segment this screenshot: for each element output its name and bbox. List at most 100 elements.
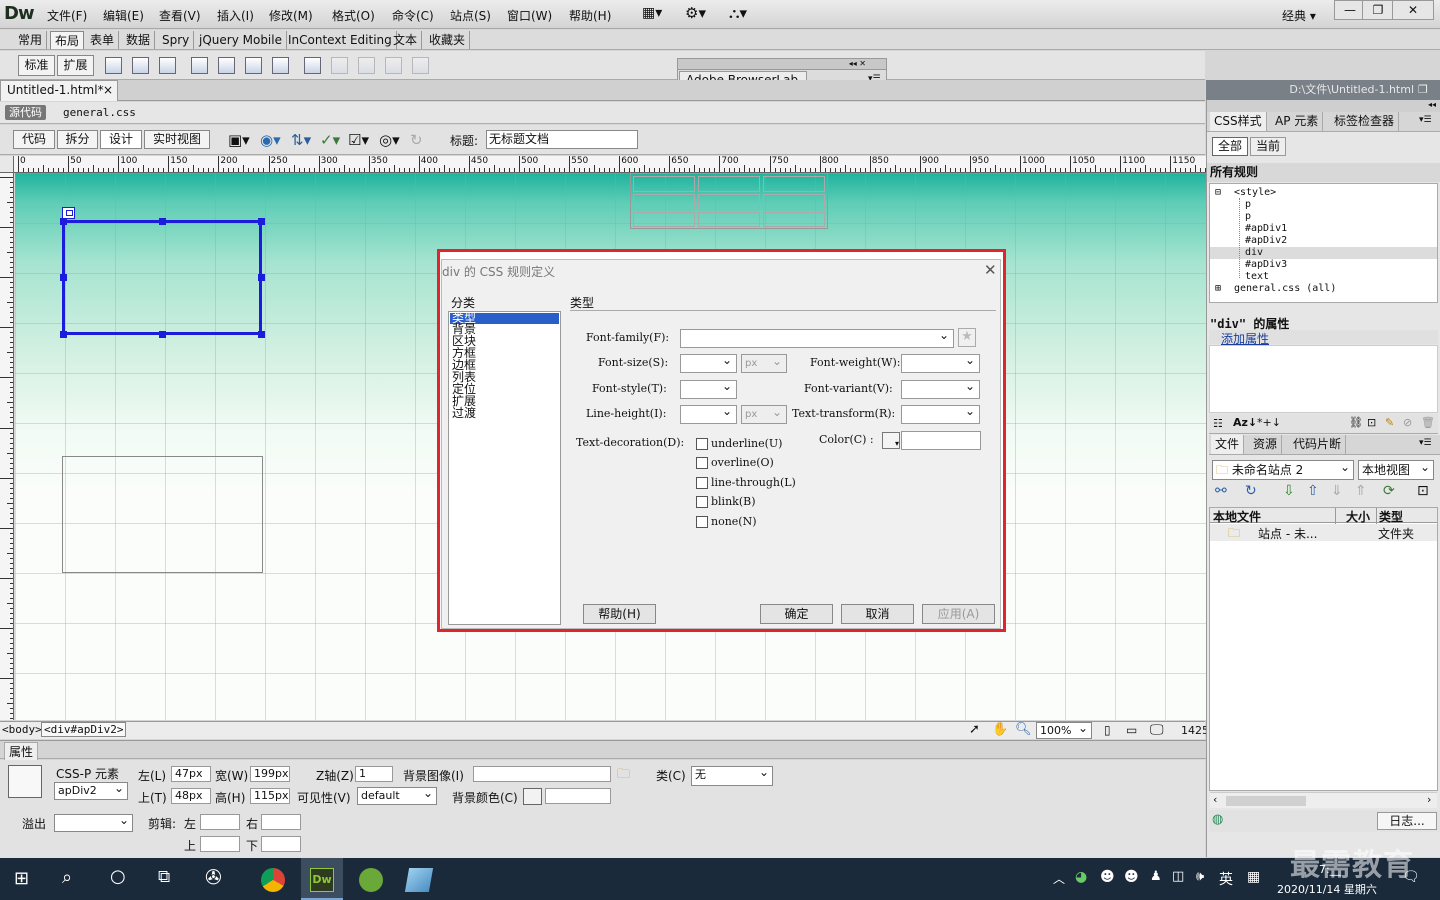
close-tab-icon[interactable]: × bbox=[103, 81, 113, 100]
desktop-size-icon[interactable]: 🖵︎ bbox=[1150, 722, 1164, 738]
ruler-origin[interactable] bbox=[0, 156, 14, 173]
volume-icon[interactable]: 🕪︎ bbox=[1196, 869, 1204, 884]
overflow-select[interactable] bbox=[54, 812, 133, 832]
windows-start-icon[interactable]: ⊞ bbox=[14, 868, 29, 889]
scroll-thumb[interactable] bbox=[1226, 796, 1306, 806]
insert-div-icon[interactable] bbox=[105, 57, 122, 74]
rule-apdiv2[interactable]: #apDiv2 bbox=[1245, 235, 1287, 246]
edit-font-list-icon[interactable]: ★ bbox=[958, 328, 976, 347]
hand-tool-icon[interactable]: ✋ bbox=[992, 722, 1008, 737]
ime-indicator[interactable]: 英 bbox=[1219, 869, 1233, 889]
spry-accordion-icon[interactable] bbox=[245, 57, 262, 74]
table-cell[interactable] bbox=[633, 194, 695, 210]
tab-incontext-editing[interactable]: InContext Editing bbox=[284, 31, 397, 49]
rule-apdiv3[interactable]: #apDiv3 bbox=[1245, 259, 1287, 270]
rule-p[interactable]: p bbox=[1245, 211, 1251, 222]
split-view-button[interactable]: 拆分 bbox=[57, 130, 98, 149]
font-style-select[interactable] bbox=[680, 379, 737, 399]
tag-div-apdiv2[interactable]: <div#apDiv2> bbox=[41, 722, 127, 737]
zoom-select[interactable]: 100% bbox=[1036, 720, 1092, 739]
task-view-icon[interactable]: ⧉ bbox=[158, 867, 170, 887]
spry-menu-icon[interactable] bbox=[191, 57, 208, 74]
rule-general-css[interactable]: general.css (all) bbox=[1234, 283, 1336, 294]
window-width-readout[interactable]: 1425 bbox=[1181, 724, 1209, 737]
code-view-button[interactable]: 代码 bbox=[13, 130, 55, 149]
check-out-icon[interactable]: ⇓ bbox=[1331, 483, 1343, 499]
col-local-files[interactable]: 本地文件 bbox=[1213, 508, 1261, 525]
edit-rule-icon[interactable]: ✎ bbox=[1385, 416, 1394, 429]
font-size-select[interactable] bbox=[680, 353, 737, 373]
table-cell[interactable] bbox=[698, 194, 760, 210]
panel-menu-icon[interactable]: ▾☰ bbox=[1419, 438, 1432, 448]
apply-button[interactable]: 应用(A) bbox=[922, 604, 995, 624]
line-through-checkbox[interactable] bbox=[696, 477, 708, 489]
tab-text[interactable]: 文本 bbox=[389, 31, 423, 49]
tray-expand-icon[interactable]: ︿ bbox=[1053, 870, 1065, 887]
insert-fluid-icon[interactable] bbox=[132, 57, 149, 74]
search-icon[interactable]: ⌕ bbox=[62, 867, 72, 888]
restore-doc-icon[interactable]: ❐ bbox=[1418, 83, 1428, 96]
refresh-files-icon[interactable]: ↻ bbox=[1245, 483, 1257, 499]
put-files-icon[interactable]: ⇧ bbox=[1307, 483, 1319, 499]
attach-stylesheet-icon[interactable]: ⛓ bbox=[1349, 416, 1363, 429]
visual-aids-icon[interactable]: ◎▾ bbox=[379, 131, 400, 149]
tablet-size-icon[interactable]: ▭ bbox=[1126, 723, 1137, 737]
col-type[interactable]: 类型 bbox=[1376, 508, 1403, 525]
get-files-icon[interactable]: ⇩ bbox=[1283, 483, 1295, 499]
tab-favorites[interactable]: 收藏夹 bbox=[425, 31, 471, 49]
resize-handle[interactable] bbox=[159, 331, 166, 338]
close-window-button[interactable]: ✕ bbox=[1392, 0, 1434, 20]
cortana-icon[interactable]: ○ bbox=[110, 866, 126, 887]
table-cell[interactable] bbox=[698, 176, 760, 192]
table-element[interactable] bbox=[630, 173, 828, 229]
dreamweaver-taskbar-icon[interactable]: Dw bbox=[310, 868, 334, 892]
wechat-icon[interactable]: ◕ bbox=[1075, 869, 1087, 885]
table-cell[interactable] bbox=[633, 176, 695, 192]
css-all-button[interactable]: 全部 bbox=[1212, 137, 1248, 156]
ap-div-2-selected[interactable] bbox=[60, 218, 265, 338]
color-picker-swatch[interactable]: ▾ bbox=[882, 432, 900, 449]
site-map-icon[interactable]: ⛬▾ bbox=[729, 4, 747, 22]
table-cell[interactable] bbox=[698, 212, 760, 227]
menu-edit[interactable]: 编辑(E) bbox=[103, 7, 144, 24]
resize-handle[interactable] bbox=[60, 331, 67, 338]
dialog-close-icon[interactable]: ✕ bbox=[984, 261, 997, 279]
rule-text[interactable]: text bbox=[1245, 271, 1269, 282]
qq-icon-2[interactable]: ☻ bbox=[1124, 869, 1139, 885]
ap-div-3[interactable] bbox=[62, 456, 263, 573]
pointer-tool-icon[interactable]: ➚ bbox=[969, 722, 980, 737]
expand-icon[interactable]: ⊞ bbox=[1215, 283, 1221, 294]
help-button[interactable]: 帮助(H) bbox=[583, 604, 656, 624]
doc-tab-untitled[interactable]: Untitled-1.html* × bbox=[0, 80, 118, 101]
connect-icon[interactable]: ⚯ bbox=[1215, 483, 1227, 499]
zoom-tool-icon[interactable]: 🔍︎ bbox=[1015, 722, 1032, 737]
site-select[interactable]: 🗀 未命名站点 2 bbox=[1212, 458, 1354, 480]
menu-commands[interactable]: 命令(C) bbox=[392, 7, 434, 24]
rule-apdiv1[interactable]: #apDiv1 bbox=[1245, 223, 1287, 234]
browse-folder-icon[interactable]: 🗀 bbox=[617, 765, 630, 787]
resize-handle[interactable] bbox=[159, 218, 166, 225]
text-transform-select[interactable] bbox=[901, 404, 980, 424]
none-checkbox[interactable] bbox=[696, 516, 708, 528]
resize-handle[interactable] bbox=[60, 274, 67, 281]
panel-menu-icon[interactable]: ▾☰ bbox=[1419, 115, 1432, 125]
resize-handle[interactable] bbox=[258, 331, 265, 338]
menu-file[interactable]: 文件(F) bbox=[47, 7, 87, 24]
tab-layout[interactable]: 布局 bbox=[50, 31, 85, 49]
layout-icon[interactable]: ▦▾ bbox=[642, 5, 662, 21]
tab-css-styles[interactable]: CSS样式 bbox=[1210, 112, 1267, 131]
clip-right-field[interactable] bbox=[261, 814, 301, 830]
file-management-icon[interactable]: ⇅▾ bbox=[291, 131, 311, 149]
table-icon[interactable] bbox=[304, 57, 321, 74]
tab-common[interactable]: 常用 bbox=[14, 31, 48, 49]
action-center-icon[interactable]: 🗨︎ bbox=[1402, 869, 1420, 885]
rule-style[interactable]: <style> bbox=[1234, 187, 1276, 198]
delete-rule-icon[interactable]: 🗑︎ bbox=[1421, 416, 1435, 429]
expanded-mode-button[interactable]: 扩展 bbox=[57, 55, 94, 76]
font-family-select[interactable] bbox=[680, 328, 954, 348]
scroll-right-icon[interactable]: › bbox=[1427, 793, 1431, 806]
collapse-icon[interactable]: ⊟ bbox=[1215, 187, 1221, 198]
standard-mode-button[interactable]: 标准 bbox=[18, 55, 55, 76]
element-id-select[interactable]: apDiv2 bbox=[54, 780, 128, 800]
bg-color-swatch[interactable] bbox=[523, 788, 542, 805]
